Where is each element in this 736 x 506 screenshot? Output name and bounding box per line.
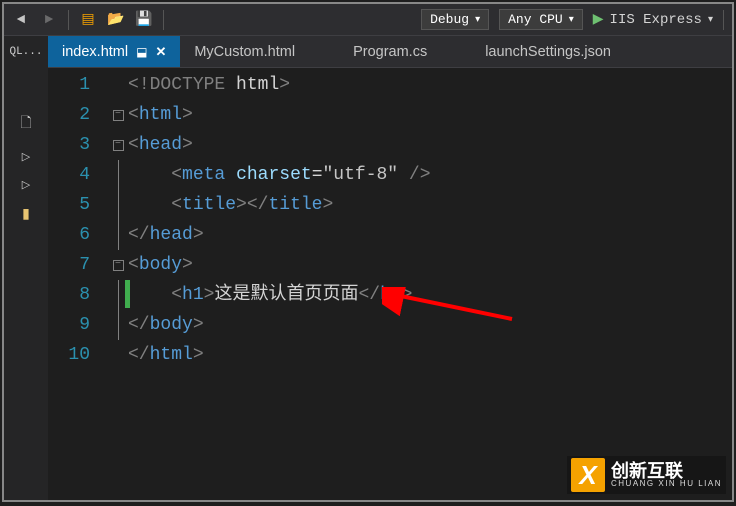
new-file-icon[interactable]: ▤ [79,11,97,29]
code-line: <meta charset="utf-8" /> [128,160,732,190]
code-line: <html> [128,100,732,130]
platform-label: Any CPU [508,12,563,27]
app-frame: ◄ ► ▤ 📂 💾 Debug▾ Any CPU▾ ▶ IIS Express … [2,2,734,502]
run-label: IIS Express [610,12,702,28]
code-line: <title></title> [128,190,732,220]
fold-guide [118,160,119,190]
file-icon[interactable]: ▮ [22,206,30,223]
tab-mycustom-html[interactable]: MyCustom.html [180,36,309,67]
tab-label: launchSettings.json [485,44,611,60]
save-all-icon[interactable]: 💾 [135,11,153,29]
line-number: 9 [48,310,90,340]
config-dropdown[interactable]: Debug▾ [421,9,489,30]
fold-icon[interactable]: − [113,110,124,121]
line-number: 1 [48,70,90,100]
separator [163,10,164,30]
code-line: <body> [128,250,732,280]
toolwindow-tab[interactable]: QL... [9,46,42,58]
code-line: <!DOCTYPE html> [128,70,732,100]
line-number: 2 [48,100,90,130]
separator [68,10,69,30]
fold-guide [118,280,119,310]
tab-program-cs[interactable]: Program.cs [339,36,441,67]
nav-back-icon[interactable]: ◄ [12,11,30,29]
line-number: 3 [48,130,90,160]
editor-area: index.html ⬓ ✕ MyCustom.html Program.cs … [48,36,732,500]
code-line: <h1>这是默认首页页面</h1> [128,280,732,310]
platform-dropdown[interactable]: Any CPU▾ [499,9,583,30]
line-number: 5 [48,190,90,220]
folder-icon[interactable]: 🗋 [20,112,31,136]
watermark-sub: CHUANG XIN HU LIAN [611,480,722,488]
config-label: Debug [430,12,469,27]
line-number: 10 [48,340,90,370]
code-line: </html> [128,340,732,370]
fold-icon[interactable]: − [113,140,124,151]
code-line: </head> [128,220,732,250]
editor-body[interactable]: 1 2 3 4 5 6 7 8 9 10 − − [48,68,732,500]
watermark: X 创新互联 CHUANG XIN HU LIAN [567,456,726,494]
code-line: <head> [128,130,732,160]
left-sidebar: QL... 🗋 ▷ ▷ ▮ [4,36,48,500]
tab-index-html[interactable]: index.html ⬓ ✕ [48,36,180,67]
tab-bar: index.html ⬓ ✕ MyCustom.html Program.cs … [48,36,732,68]
tab-label: index.html [62,44,128,60]
tab-launchsettings[interactable]: launchSettings.json [471,36,625,67]
play-icon: ▶ [593,11,604,28]
close-icon[interactable]: ✕ [155,44,166,60]
line-number: 8 [48,280,90,310]
line-number: 6 [48,220,90,250]
tab-label: MyCustom.html [194,44,295,60]
caret-right-icon[interactable]: ▷ [22,150,30,164]
watermark-title: 创新互联 [611,462,722,480]
fold-guide [118,310,119,340]
tab-label: Program.cs [353,44,427,60]
fold-guide [118,220,119,250]
code-line: </body> [128,310,732,340]
fold-icon[interactable]: − [113,260,124,271]
open-icon[interactable]: 📂 [107,11,125,29]
line-number-gutter: 1 2 3 4 5 6 7 8 9 10 [48,68,108,500]
top-toolbar: ◄ ► ▤ 📂 💾 Debug▾ Any CPU▾ ▶ IIS Express … [4,4,732,36]
run-button[interactable]: ▶ IIS Express ▾ [593,11,713,28]
line-number: 4 [48,160,90,190]
fold-guide [118,190,119,220]
main-area: QL... 🗋 ▷ ▷ ▮ index.html ⬓ ✕ MyCustom.ht… [4,36,732,500]
caret-right-icon[interactable]: ▷ [22,178,30,192]
change-indicator [125,280,130,308]
pin-icon[interactable]: ⬓ [136,45,147,59]
code-content[interactable]: <!DOCTYPE html> <html> <head> <meta char… [128,68,732,500]
watermark-logo-icon: X [571,458,605,492]
nav-fwd-icon[interactable]: ► [40,11,58,29]
line-number: 7 [48,250,90,280]
separator [723,10,724,30]
